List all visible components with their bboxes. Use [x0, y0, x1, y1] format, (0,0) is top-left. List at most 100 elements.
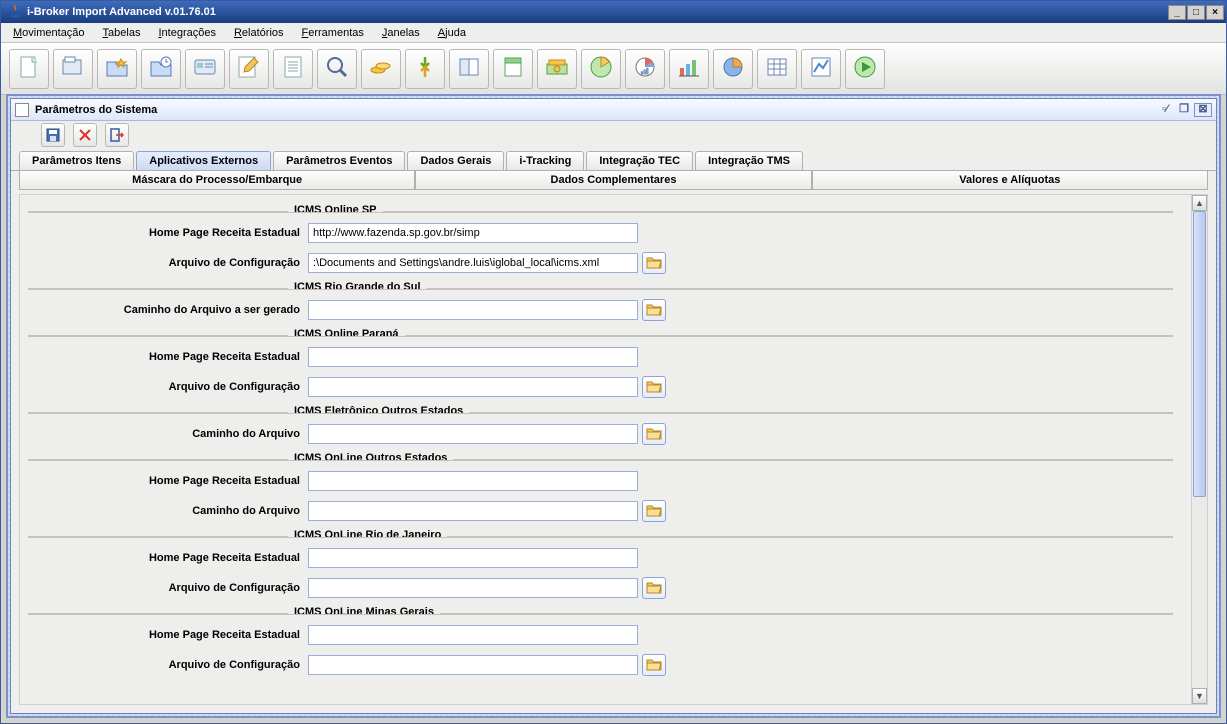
pie-blue-icon	[720, 54, 746, 83]
sheet-green-button[interactable]	[493, 49, 533, 89]
java-icon	[7, 4, 23, 20]
close-button[interactable]: ×	[1206, 5, 1224, 20]
subtab-valores-e-ali-quotas[interactable]: Valores e Alíquotas	[812, 171, 1208, 190]
tab-integrac-a-o-tec[interactable]: Integração TEC	[586, 151, 693, 170]
search-magnifier-button[interactable]	[317, 49, 357, 89]
field-input[interactable]	[308, 223, 638, 243]
menu-movimentacao[interactable]: Movimentação	[7, 25, 91, 41]
table-grid-button[interactable]	[757, 49, 797, 89]
inner-close-button[interactable]: ⊠	[1194, 103, 1212, 117]
browse-button[interactable]	[642, 500, 666, 522]
inner-maximize-button[interactable]: ❐	[1175, 103, 1193, 117]
chart-bar-color-icon	[676, 54, 702, 83]
card-button[interactable]	[185, 49, 225, 89]
field-label: Home Page Receita Estadual	[28, 351, 308, 363]
inner-window-titlebar: Parâmetros do Sistema ▫⁄ ❐ ⊠	[11, 99, 1216, 121]
folder-clock-icon	[148, 54, 174, 83]
menu-relatorios[interactable]: Relatórios	[228, 25, 290, 41]
tab-dados-gerais[interactable]: Dados Gerais	[407, 151, 504, 170]
tab-strip-secondary: Máscara do Processo/EmbarqueDados Comple…	[11, 170, 1216, 190]
maximize-button[interactable]: □	[1187, 5, 1205, 20]
field-input[interactable]	[308, 253, 638, 273]
field-label: Home Page Receita Estadual	[28, 227, 308, 239]
menu-ferramentas[interactable]: Ferramentas	[296, 25, 370, 41]
inner-minimize-button[interactable]: ▫⁄	[1156, 103, 1174, 117]
coins-button[interactable]	[361, 49, 401, 89]
doc-open-button[interactable]	[53, 49, 93, 89]
tab-para-metros-itens[interactable]: Parâmetros Itens	[19, 151, 134, 170]
folder-star-icon	[104, 54, 130, 83]
window-title: i-Broker Import Advanced v.01.76.01	[27, 6, 1167, 18]
group-icms-online-outros-estados: ICMS OnLine Outros EstadosHome Page Rece…	[28, 459, 1173, 526]
menu-janelas[interactable]: Janelas	[376, 25, 426, 41]
tab-integrac-a-o-tms[interactable]: Integração TMS	[695, 151, 803, 170]
scroll-down-button[interactable]: ▼	[1192, 688, 1207, 704]
chart-green-button[interactable]	[581, 49, 621, 89]
group-icms-rio-grande-do-sul: ICMS Rio Grande do SulCaminho do Arquivo…	[28, 288, 1173, 325]
field-label: Home Page Receita Estadual	[28, 475, 308, 487]
money-stack-button[interactable]	[537, 49, 577, 89]
doc-open-icon	[60, 54, 86, 83]
folder-open-icon	[646, 426, 662, 443]
chart-pie-red-button[interactable]	[625, 49, 665, 89]
sheet-green-icon	[500, 54, 526, 83]
doc-new-button[interactable]	[9, 49, 49, 89]
browse-button[interactable]	[642, 299, 666, 321]
field-input[interactable]	[308, 548, 638, 568]
group-title: ICMS Eletrônico Outros Estados	[288, 405, 469, 417]
menu-integracoes[interactable]: Integrações	[152, 25, 222, 41]
field-input[interactable]	[308, 471, 638, 491]
group-icms-online-sp: ICMS Online SPHome Page Receita Estadual…	[28, 211, 1173, 278]
field-input[interactable]	[308, 578, 638, 598]
browse-button[interactable]	[642, 654, 666, 676]
inner-window-title: Parâmetros do Sistema	[35, 104, 157, 116]
chart-triangle-button[interactable]	[801, 49, 841, 89]
subtab-ma-scara-do-processo-embarque[interactable]: Máscara do Processo/Embarque	[19, 171, 415, 190]
vertical-scrollbar[interactable]: ▲ ▼	[1191, 195, 1207, 704]
menu-ajuda[interactable]: Ajuda	[432, 25, 472, 41]
menu-tabelas[interactable]: Tabelas	[97, 25, 147, 41]
subtab-dados-complementares[interactable]: Dados Complementares	[415, 171, 811, 190]
field-input[interactable]	[308, 347, 638, 367]
field-input[interactable]	[308, 300, 638, 320]
form-row: Caminho do Arquivo a ser gerado	[28, 295, 1173, 325]
browse-button[interactable]	[642, 376, 666, 398]
browse-button[interactable]	[642, 252, 666, 274]
browse-button[interactable]	[642, 423, 666, 445]
table-grid-icon	[764, 54, 790, 83]
field-input[interactable]	[308, 377, 638, 397]
form-row: Arquivo de Configuração	[28, 650, 1173, 680]
scroll-thumb[interactable]	[1193, 211, 1206, 497]
doc-lines-button[interactable]	[273, 49, 313, 89]
form-row: Arquivo de Configuração	[28, 372, 1173, 402]
delete-button[interactable]	[73, 123, 97, 147]
field-input[interactable]	[308, 424, 638, 444]
tab-para-metros-eventos[interactable]: Parâmetros Eventos	[273, 151, 405, 170]
browse-button[interactable]	[642, 577, 666, 599]
book-pages-button[interactable]	[449, 49, 489, 89]
folder-star-button[interactable]	[97, 49, 137, 89]
arrows-exchange-button[interactable]	[405, 49, 445, 89]
form-row: Home Page Receita Estadual	[28, 218, 1173, 248]
tab-i-tracking[interactable]: i-Tracking	[506, 151, 584, 170]
folder-clock-button[interactable]	[141, 49, 181, 89]
field-input[interactable]	[308, 501, 638, 521]
menubar: Movimentação Tabelas Integrações Relatórios…	[1, 23, 1226, 43]
minimize-button[interactable]: _	[1168, 5, 1186, 20]
pie-blue-button[interactable]	[713, 49, 753, 89]
play-green-button[interactable]	[845, 49, 885, 89]
save-button[interactable]	[41, 123, 65, 147]
edit-pencil-button[interactable]	[229, 49, 269, 89]
chart-bar-color-button[interactable]	[669, 49, 709, 89]
field-input[interactable]	[308, 625, 638, 645]
group-icms-online-paran-: ICMS Online ParanáHome Page Receita Esta…	[28, 335, 1173, 402]
exit-button[interactable]	[105, 123, 129, 147]
scroll-up-button[interactable]: ▲	[1192, 195, 1207, 211]
tab-aplicativos-externos[interactable]: Aplicativos Externos	[136, 151, 271, 170]
chart-green-icon	[588, 54, 614, 83]
field-input[interactable]	[308, 655, 638, 675]
form-row: Caminho do Arquivo	[28, 419, 1173, 449]
document-icon	[15, 103, 29, 117]
folder-open-icon	[646, 580, 662, 597]
field-label: Caminho do Arquivo a ser gerado	[28, 304, 308, 316]
